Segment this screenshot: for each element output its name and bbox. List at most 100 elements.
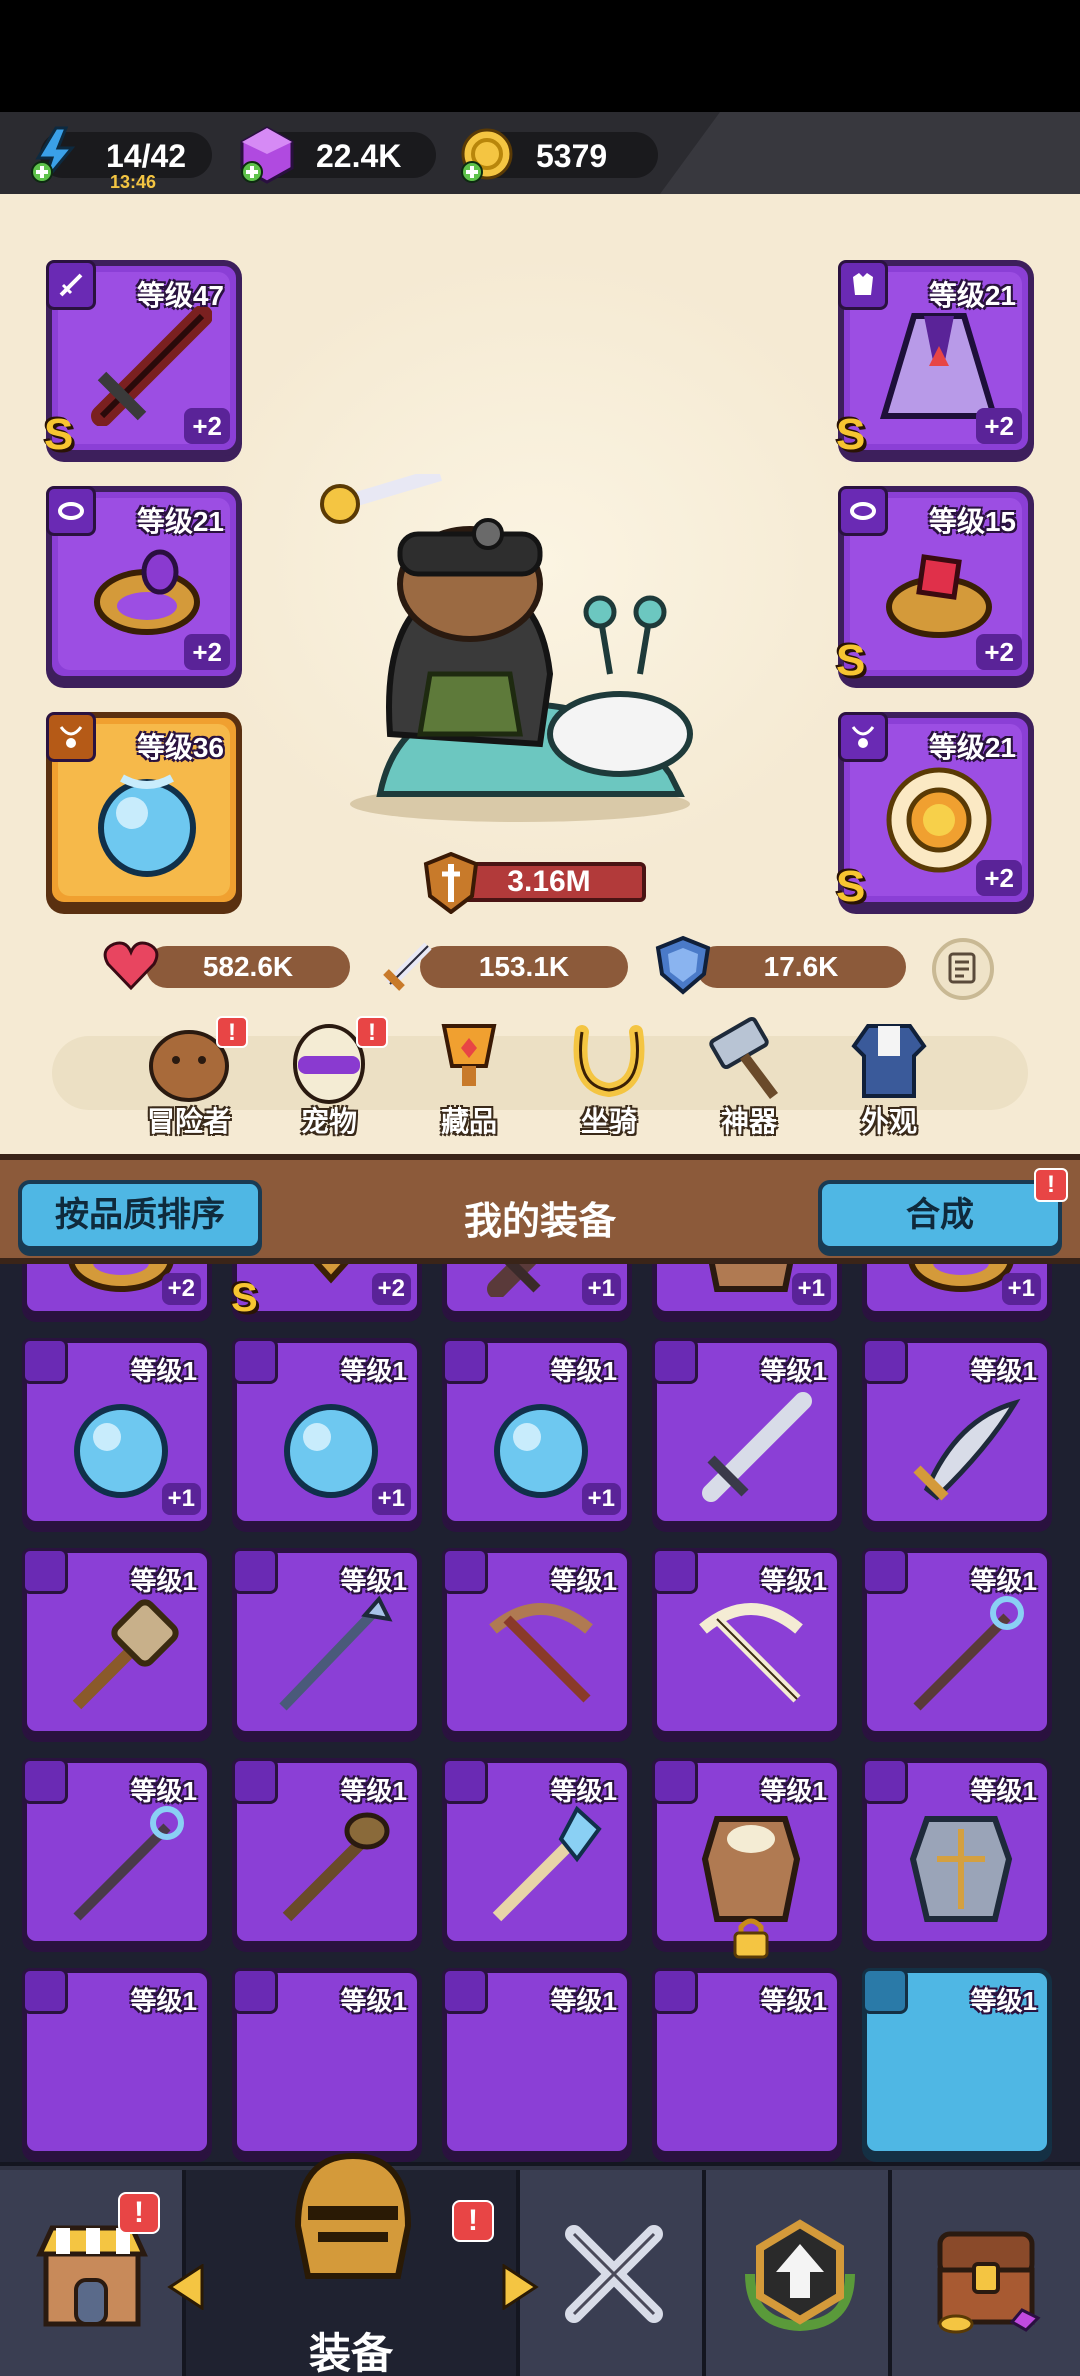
item-level: 等级1 bbox=[970, 1566, 1037, 1596]
list-icon bbox=[948, 952, 976, 984]
tab-pet[interactable]: ! 宠物 bbox=[274, 1016, 388, 1137]
inventory-item[interactable]: 等级1 +1 bbox=[22, 1338, 212, 1526]
hp-value: 582.6K bbox=[202, 951, 294, 982]
equipped-weapon-slot[interactable]: 等级47 +2 S bbox=[44, 260, 242, 459]
inventory-item[interactable]: 等级1 bbox=[862, 1548, 1052, 1736]
stat-details-button[interactable] bbox=[932, 938, 994, 1000]
inventory-item[interactable]: 等级1 bbox=[862, 1758, 1052, 1946]
item-level: 等级1 bbox=[970, 1986, 1037, 2016]
tab-adventurer[interactable]: ! 冒险者 bbox=[134, 1016, 248, 1137]
inventory-item[interactable]: 等级1 bbox=[22, 1968, 212, 2156]
wooden-staff-icon bbox=[282, 1812, 390, 1922]
tab-appearance[interactable]: 外观 bbox=[834, 1016, 944, 1137]
inventory-item[interactable]: 等级1 +1 bbox=[232, 1338, 422, 1526]
item-plus: +1 bbox=[1001, 1273, 1041, 1305]
slot-level: 等级21 bbox=[928, 732, 1016, 763]
item-level: 等级1 bbox=[550, 1776, 617, 1806]
item-plus: +1 bbox=[791, 1273, 831, 1305]
item-level: 等级1 bbox=[760, 1566, 827, 1596]
item-grade: S bbox=[231, 1276, 258, 1320]
tab-collection[interactable]: 藏品 bbox=[414, 1016, 524, 1137]
inventory-item[interactable]: 等级1 bbox=[442, 1758, 632, 1946]
item-level: 等级1 bbox=[340, 1776, 407, 1806]
necklace-type-icon bbox=[838, 712, 888, 762]
inventory-item[interactable]: 等级1 bbox=[442, 1548, 632, 1736]
defense-stat: 17.6K bbox=[655, 935, 906, 995]
equipment-alert-badge: ! bbox=[452, 2200, 494, 2242]
chevron-left-icon[interactable] bbox=[166, 2264, 206, 2310]
sword-type-icon bbox=[652, 1548, 698, 1594]
attack-value: 153.1K bbox=[478, 951, 570, 982]
sword-type-icon bbox=[862, 1968, 908, 2014]
slot-grade: S bbox=[836, 862, 866, 911]
inventory-item[interactable]: 等级1 bbox=[22, 1758, 212, 1946]
slot-level: 等级21 bbox=[928, 280, 1016, 311]
hero-panel: 等级47 +2 S 等级21 +2 等级36 等级21 +2 S 等级15 +2… bbox=[0, 194, 1080, 1154]
equipped-amulet-slot[interactable]: 等级21 +2 S bbox=[836, 712, 1034, 911]
sword-type-icon bbox=[862, 1548, 908, 1594]
sword-icon bbox=[383, 942, 432, 991]
inventory-item[interactable]: 等级1 bbox=[862, 1338, 1052, 1526]
equipped-ring-right-slot[interactable]: 等级15 +2 S bbox=[836, 486, 1034, 685]
equipped-armor-slot[interactable]: 等级21 +2 S bbox=[836, 260, 1034, 459]
gems-counter[interactable]: 22.4K bbox=[240, 126, 436, 184]
inventory-item[interactable]: +1 bbox=[652, 1264, 842, 1316]
equipment-inventory[interactable]: +2 +2 S +1 +1 +1 等级1 +1 等级1 +1 等级1 +1 等级… bbox=[0, 1264, 1080, 2162]
nav-shop[interactable]: ! bbox=[0, 2170, 186, 2376]
tab-alert-badge: ! bbox=[216, 1016, 248, 1048]
inventory-item[interactable]: 等级1 bbox=[862, 1968, 1052, 2156]
inventory-item[interactable]: 等级1 bbox=[652, 1758, 842, 1959]
item-level: 等级1 bbox=[130, 1986, 197, 2016]
ring-type-icon bbox=[442, 1968, 488, 2014]
inventory-item[interactable]: +1 bbox=[442, 1264, 632, 1316]
equipped-ring-left-slot[interactable]: 等级21 +2 bbox=[46, 486, 242, 682]
merge-button[interactable]: 合成 ! bbox=[818, 1168, 1068, 1250]
inventory-item[interactable]: +1 bbox=[862, 1264, 1052, 1316]
inventory-item[interactable]: 等级1 bbox=[232, 1968, 422, 2156]
item-plus: +2 bbox=[161, 1273, 201, 1305]
item-level: 等级1 bbox=[130, 1776, 197, 1806]
inventory-item[interactable]: 等级1 bbox=[652, 1968, 842, 2156]
necklace-type-icon bbox=[46, 712, 96, 762]
crossed-swords-icon bbox=[565, 2225, 663, 2323]
nav-battle[interactable] bbox=[520, 2170, 706, 2376]
nav-equipment[interactable]: ! 装备 bbox=[186, 2152, 520, 2376]
equipped-necklace-slot[interactable]: 等级36 bbox=[46, 712, 242, 908]
gold-counter[interactable]: 5379 bbox=[461, 128, 658, 183]
lock-icon bbox=[733, 1918, 769, 1959]
inventory-item[interactable]: 等级1 bbox=[652, 1548, 842, 1736]
slot-level: 等级21 bbox=[136, 506, 224, 537]
crossbow-icon bbox=[489, 1603, 593, 1703]
inventory-item[interactable]: 等级1 bbox=[232, 1758, 422, 1946]
inventory-item[interactable]: +2 S bbox=[231, 1264, 422, 1320]
sword-type-icon bbox=[862, 1338, 908, 1384]
slot-plus: +2 bbox=[976, 408, 1022, 444]
ring-type-icon bbox=[232, 1968, 278, 2014]
item-level: 等级1 bbox=[130, 1566, 197, 1596]
item-level: 等级1 bbox=[970, 1776, 1037, 1806]
slot-level: 等级47 bbox=[136, 280, 224, 311]
item-plus: +2 bbox=[371, 1273, 411, 1305]
hero-character[interactable] bbox=[320, 474, 720, 834]
sword-type-icon bbox=[652, 1338, 698, 1384]
tab-artifact[interactable]: 神器 bbox=[694, 1016, 804, 1137]
item-level: 等级1 bbox=[550, 1986, 617, 2016]
inventory-item[interactable]: 等级1 bbox=[22, 1548, 212, 1736]
slot-plus: +2 bbox=[184, 408, 230, 444]
slot-level: 等级15 bbox=[928, 506, 1016, 537]
nav-treasure[interactable] bbox=[892, 2170, 1080, 2376]
inventory-item[interactable]: +2 bbox=[22, 1264, 212, 1316]
inventory-item[interactable]: 等级1 +1 bbox=[442, 1338, 632, 1526]
inventory-item[interactable]: 等级1 bbox=[442, 1968, 632, 2156]
tab-mount[interactable]: 坐骑 bbox=[554, 1016, 664, 1137]
item-level: 等级1 bbox=[760, 1986, 827, 2016]
chevron-right-icon[interactable] bbox=[500, 2264, 540, 2310]
inventory-item[interactable]: 等级1 bbox=[232, 1548, 422, 1736]
nav-upgrade[interactable] bbox=[706, 2170, 892, 2376]
nav-equipment-label: 装备 bbox=[308, 2330, 393, 2376]
shield-icon bbox=[655, 935, 711, 995]
upgrade-arrow-icon bbox=[745, 2219, 855, 2332]
trophy-icon bbox=[441, 1024, 497, 1086]
inventory-item[interactable]: 等级1 bbox=[652, 1338, 842, 1526]
bottom-navigation: ! ! 装备 bbox=[0, 2152, 1080, 2376]
